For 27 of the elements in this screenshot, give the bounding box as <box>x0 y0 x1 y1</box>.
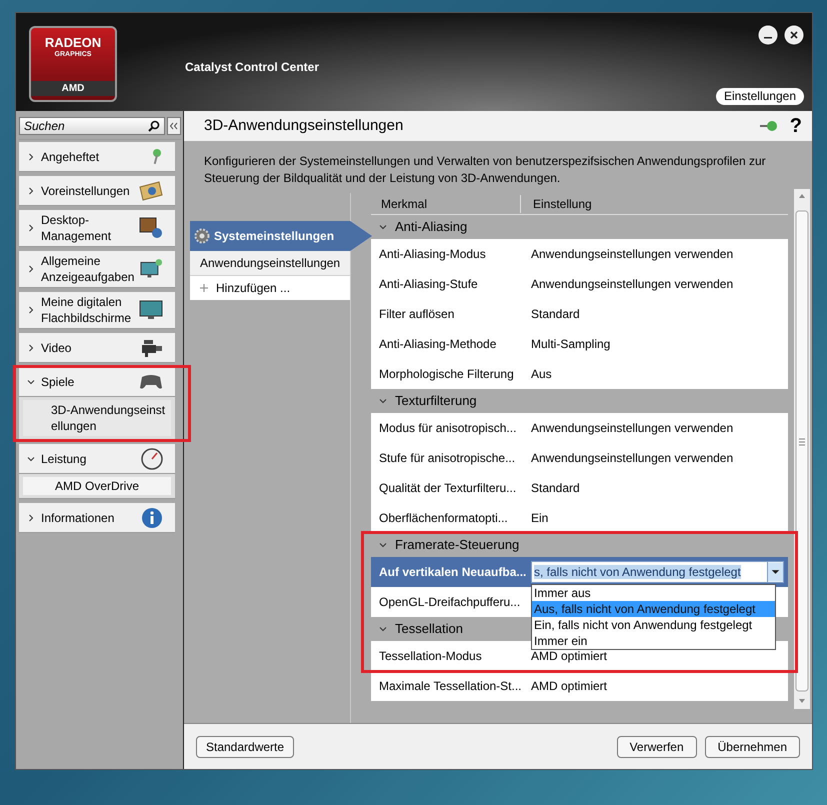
property-name: Auf vertikalen Neuaufba... <box>379 565 526 579</box>
property-name: Stufe für anisotropische... <box>379 451 516 465</box>
property-value: Standard <box>531 306 580 323</box>
property-name: Anti-Aliasing-Stufe <box>379 277 478 291</box>
page-title: 3D-Anwendungseinstellungen <box>204 116 404 136</box>
property-name: OpenGL-Dreifachpufferu... <box>379 595 520 609</box>
property-value: Anwendungseinstellungen verwenden <box>531 450 734 467</box>
property-name: Anti-Aliasing-Modus <box>379 247 486 261</box>
property-value: Anwendungseinstellungen verwenden <box>531 246 734 263</box>
property-value: Anwendungseinstellungen verwenden <box>531 420 734 437</box>
property-value: AMD optimiert <box>531 648 608 665</box>
app-title: Catalyst Control Center <box>185 59 320 76</box>
property-name: Tessellation-Modus <box>379 649 482 663</box>
property-value: Multi-Sampling <box>531 336 610 353</box>
property-name: Anti-Aliasing-Methode <box>379 337 496 351</box>
property-name: Modus für anisotropisch... <box>379 421 516 435</box>
property-name: Oberflächenformatopti... <box>379 511 508 525</box>
property-name: Filter auflösen <box>379 307 454 321</box>
property-value: Aus <box>531 366 552 383</box>
property-value: AMD optimiert <box>531 678 608 695</box>
property-name: Qualität der Texturfilteru... <box>379 481 516 495</box>
property-value: Ein <box>531 510 548 527</box>
property-name: Maximale Tessellation-St... <box>379 679 522 693</box>
property-name: Morphologische Filterung <box>379 367 514 381</box>
property-value: Anwendungseinstellungen verwenden <box>531 276 734 293</box>
page-description: Konfigurieren der Systemeinstellungen und Verwalten von benutzerspezifsischen Anwendungsprofilen zur Steuerung der Bildqualität und der Leistung von 3D-Anwendungen. <box>203 153 767 187</box>
property-value: Standard <box>531 480 580 497</box>
